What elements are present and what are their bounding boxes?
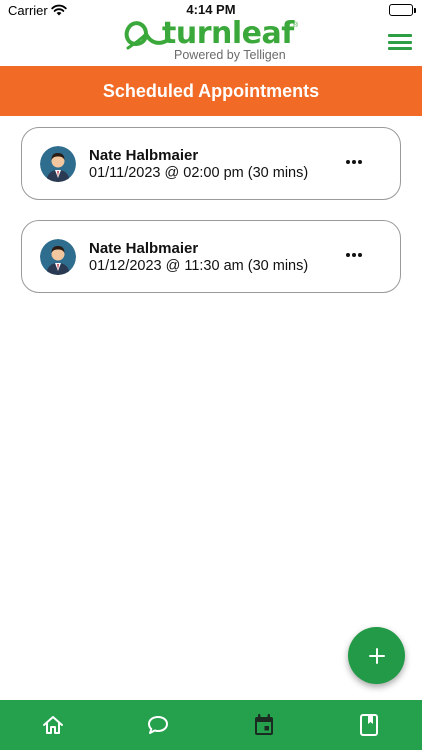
add-appointment-button[interactable] bbox=[348, 627, 405, 684]
appointment-card[interactable]: Nate Halbmaier 01/11/2023 @ 02:00 pm (30… bbox=[21, 127, 401, 200]
hamburger-menu-icon[interactable] bbox=[388, 32, 412, 52]
appointment-datetime: 01/11/2023 @ 02:00 pm (30 mins) bbox=[89, 165, 309, 181]
bottom-nav bbox=[0, 700, 422, 750]
clock: 4:14 PM bbox=[186, 2, 236, 17]
user-avatar-icon bbox=[40, 146, 76, 182]
nav-messages[interactable] bbox=[128, 700, 188, 750]
book-icon bbox=[360, 714, 378, 736]
page-title: Scheduled Appointments bbox=[102, 80, 320, 101]
battery-icon bbox=[389, 4, 416, 16]
appointment-datetime: 01/12/2023 @ 11:30 am (30 mins) bbox=[89, 258, 309, 274]
page-title-bar: Scheduled Appointments bbox=[0, 66, 422, 116]
logo-text: turnleaf bbox=[162, 16, 294, 51]
nav-home[interactable] bbox=[23, 700, 83, 750]
nav-appointments[interactable] bbox=[234, 700, 294, 750]
calendar-icon bbox=[255, 714, 273, 735]
user-avatar-icon bbox=[40, 239, 76, 275]
app-header: turnleaf ® Powered by Telligen bbox=[0, 16, 422, 66]
appointment-name: Nate Halbmaier bbox=[89, 240, 199, 257]
plus-icon bbox=[368, 647, 385, 664]
appointment-card[interactable]: Nate Halbmaier 01/12/2023 @ 11:30 am (30… bbox=[21, 220, 401, 293]
home-icon bbox=[43, 716, 63, 734]
registered-mark: ® bbox=[293, 22, 299, 29]
nav-library[interactable] bbox=[339, 700, 399, 750]
ellipsis-icon[interactable] bbox=[346, 160, 362, 164]
turnleaf-logo: turnleaf ® Powered by Telligen bbox=[122, 16, 302, 64]
ellipsis-icon[interactable] bbox=[346, 253, 362, 257]
appointment-name: Nate Halbmaier bbox=[89, 147, 199, 164]
chat-bubble-icon bbox=[148, 716, 168, 734]
logo-subtitle: Powered by Telligen bbox=[174, 48, 286, 62]
